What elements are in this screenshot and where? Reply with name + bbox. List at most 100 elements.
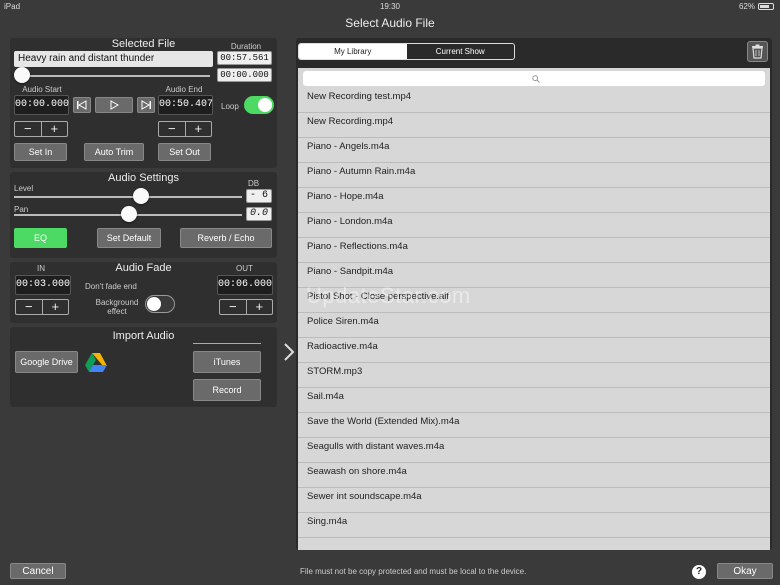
set-in-button[interactable]: Set In (14, 143, 67, 161)
db-label: DB (248, 179, 260, 188)
skip-forward-button[interactable] (137, 97, 155, 113)
list-item-label: Piano - London.m4a (307, 216, 393, 227)
google-drive-icon[interactable] (84, 351, 108, 373)
skip-back-icon (77, 100, 87, 110)
level-value: - 6 (246, 189, 272, 203)
list-item[interactable]: Sewer int soundscape.m4a (298, 488, 770, 513)
loop-toggle[interactable] (244, 96, 274, 114)
list-item[interactable]: Piano - London.m4a (298, 213, 770, 238)
list-item[interactable]: Radioactive.m4a (298, 338, 770, 363)
play-button[interactable] (95, 97, 133, 113)
position-value: 00:00.000 (217, 68, 272, 82)
file-list[interactable]: New Recording test.mp4 New Recording.mp4 P… (298, 68, 770, 550)
play-icon (110, 100, 119, 110)
list-item-label: Piano - Sandpit.m4a (307, 266, 394, 277)
list-item-label: Piano - Angels.m4a (307, 141, 390, 152)
list-item[interactable]: Save the World (Extended Mix).m4a (298, 413, 770, 438)
list-item-label: Sail.m4a (307, 391, 344, 402)
list-item[interactable]: Seawash on shore.m4a (298, 463, 770, 488)
list-item-label: Sing.m4a (307, 516, 348, 527)
battery-percent: 62% (738, 2, 755, 11)
minus-icon[interactable]: − (15, 122, 41, 136)
help-button[interactable]: ? (692, 565, 706, 579)
plus-icon[interactable]: + (184, 122, 212, 136)
audio-start-label: Audio Start (22, 85, 62, 94)
search-input[interactable] (303, 71, 765, 86)
eq-button[interactable]: EQ (14, 228, 67, 248)
list-item[interactable]: New Recording test.mp4 (298, 88, 770, 113)
audio-start-stepper[interactable]: − + (14, 121, 68, 137)
tab-current-show[interactable]: Current Show (407, 44, 515, 59)
list-item[interactable]: STORM.mp3 (298, 363, 770, 388)
page-title: Select Audio File (345, 16, 435, 30)
position-slider-knob[interactable] (14, 67, 30, 83)
auto-trim-button[interactable]: Auto Trim (84, 143, 144, 161)
fade-out-value[interactable]: 00:06.000 (217, 275, 273, 295)
list-item-label: Piano - Autumn Rain.m4a (307, 166, 416, 177)
chevron-right-icon[interactable] (282, 340, 296, 364)
google-drive-button[interactable]: Google Drive (15, 351, 78, 373)
fade-out-stepper[interactable]: − + (219, 299, 273, 315)
fade-in-value[interactable]: 00:03.000 (15, 275, 71, 295)
background-effect-label: Background effect (94, 298, 140, 316)
list-item-label: Police Siren.m4a (307, 316, 379, 327)
list-item[interactable]: Piano - Reflections.m4a (298, 238, 770, 263)
set-out-button[interactable]: Set Out (158, 143, 211, 161)
list-item[interactable]: Sail.m4a (298, 388, 770, 413)
set-default-button[interactable]: Set Default (97, 228, 161, 248)
list-item[interactable]: Piano - Angels.m4a (298, 138, 770, 163)
pan-slider-knob[interactable] (121, 206, 137, 222)
list-item[interactable]: Seagulls with distant waves.m4a (298, 438, 770, 463)
search-icon (532, 75, 540, 83)
minus-icon[interactable]: − (159, 122, 185, 136)
audio-start-value[interactable]: 00:00.000 (14, 95, 69, 115)
list-item-label: Save the World (Extended Mix).m4a (307, 416, 460, 427)
list-item[interactable]: Sing.m4a (298, 513, 770, 538)
trash-button[interactable] (747, 41, 768, 62)
fade-in-label: IN (37, 264, 45, 273)
list-item-label: New Recording test.mp4 (307, 91, 412, 102)
duration-label: Duration (230, 42, 262, 51)
library-tabs[interactable]: My Library Current Show (298, 43, 515, 60)
background-effect-line-1: Background (95, 298, 139, 307)
watermark: UpdateStar.com (306, 283, 471, 308)
list-item[interactable]: Piano - Hope.m4a (298, 188, 770, 213)
itunes-button[interactable]: iTunes (193, 351, 261, 373)
minus-icon[interactable]: − (16, 300, 42, 314)
audio-end-label: Audio End (165, 85, 203, 94)
list-item-label: Piano - Reflections.m4a (307, 241, 408, 252)
record-button[interactable]: Record (193, 379, 261, 401)
audio-settings-heading: Audio Settings (108, 172, 179, 184)
cancel-button[interactable]: Cancel (10, 563, 66, 579)
plus-icon[interactable]: + (41, 300, 69, 314)
clock: 19:30 (379, 2, 401, 11)
tab-my-library[interactable]: My Library (299, 44, 407, 59)
list-item[interactable]: Police Siren.m4a (298, 313, 770, 338)
list-item[interactable]: New Recording.mp4 (298, 113, 770, 138)
list-item-label: New Recording.mp4 (307, 116, 394, 127)
plus-icon[interactable]: + (40, 122, 68, 136)
minus-icon[interactable]: − (220, 300, 246, 314)
fade-in-stepper[interactable]: − + (15, 299, 69, 315)
loop-label: Loop (221, 102, 239, 111)
audio-end-stepper[interactable]: − + (158, 121, 212, 137)
list-item[interactable]: Piano - Autumn Rain.m4a (298, 163, 770, 188)
battery-icon (758, 3, 774, 10)
position-slider-track[interactable] (22, 75, 210, 77)
okay-button[interactable]: Okay (717, 563, 773, 579)
dont-fade-end-toggle[interactable] (145, 295, 175, 313)
dont-fade-end-label: Don't fade end (85, 282, 137, 291)
selected-file-name[interactable]: Heavy rain and distant thunder (14, 51, 213, 67)
battery-status: 62% (739, 2, 774, 11)
list-item-label: Radioactive.m4a (307, 341, 378, 352)
skip-back-button[interactable] (73, 97, 91, 113)
trash-icon (752, 44, 763, 59)
fade-out-label: OUT (236, 264, 253, 273)
pan-label: Pan (14, 205, 29, 214)
level-slider-knob[interactable] (133, 188, 149, 204)
background-effect-line-2: effect (107, 307, 127, 316)
level-slider-track[interactable] (14, 196, 242, 198)
plus-icon[interactable]: + (245, 300, 273, 314)
reverb-echo-button[interactable]: Reverb / Echo (180, 228, 272, 248)
audio-end-value[interactable]: 00:50.407 (158, 95, 213, 115)
